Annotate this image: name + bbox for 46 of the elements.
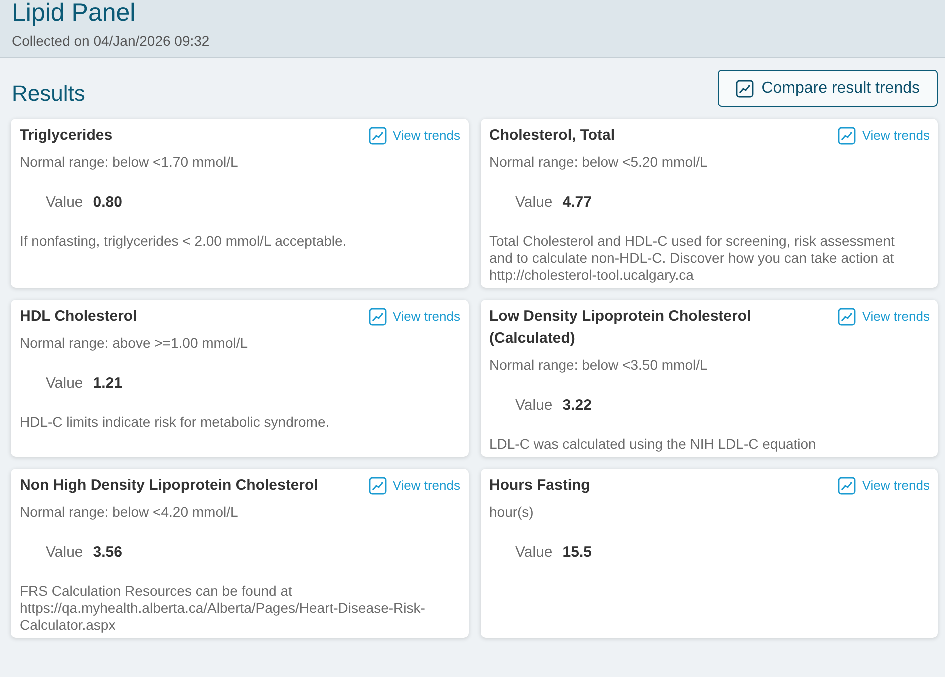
- result-note: LDL-C was calculated using the NIH LDL-C equation: [490, 436, 818, 453]
- result-range: Normal range: below <1.70 mmol/L: [20, 153, 240, 172]
- value-label: Value: [46, 193, 84, 213]
- result-value: 3.22: [562, 396, 592, 416]
- trend-chart-icon: [838, 477, 856, 495]
- trend-chart-icon: [838, 308, 856, 326]
- value-label: Value: [46, 374, 84, 394]
- result-value: 15.5: [562, 543, 592, 563]
- result-value: 0.80: [93, 193, 122, 213]
- result-value: 4.77: [562, 193, 592, 213]
- trend-chart-icon: [368, 127, 387, 145]
- trend-chart-icon: [838, 127, 856, 145]
- result-name: Non High Density Lipoprotein Cholesterol: [20, 476, 318, 496]
- result-range: Normal range: above >=1.00 mmol/L: [20, 334, 250, 353]
- result-range: Normal range: below <4.20 mmol/L: [20, 503, 240, 522]
- view-trends-link[interactable]: View trends: [838, 306, 930, 328]
- result-value: 1.21: [93, 374, 122, 394]
- trend-chart-icon: [368, 477, 387, 495]
- view-trends-link[interactable]: View trends: [368, 306, 460, 328]
- result-range: Normal range: below <3.50 mmol/L: [490, 356, 709, 375]
- value-label: Value: [516, 543, 553, 563]
- view-trends-link[interactable]: View trends: [838, 475, 930, 497]
- results-heading: Results: [11, 81, 86, 107]
- value-label: Value: [46, 543, 84, 563]
- result-range: hour(s): [490, 503, 535, 522]
- result-name: Cholesterol, Total: [490, 126, 616, 146]
- page-title: Lipid Panel: [12, 0, 137, 26]
- compare-trends-button[interactable]: Compare result trends: [718, 70, 938, 107]
- result-value: 3.56: [93, 543, 122, 563]
- value-label: Value: [516, 396, 553, 416]
- trend-chart-icon: [736, 80, 754, 98]
- value-label: Value: [516, 193, 553, 213]
- result-name: HDL Cholesterol: [20, 307, 138, 327]
- result-range: Normal range: below <5.20 mmol/L: [490, 153, 709, 172]
- view-trends-link[interactable]: View trends: [838, 125, 930, 147]
- view-trends-link[interactable]: View trends: [368, 125, 460, 147]
- view-trends-link[interactable]: View trends: [368, 475, 460, 497]
- result-note: HDL-C limits indicate risk for metabolic syndrome.: [20, 414, 331, 431]
- trend-chart-icon: [368, 308, 387, 326]
- result-name: Hours Fasting: [490, 476, 590, 496]
- result-name: Low Density Lipoprotein Cholesterol (Calculated): [490, 307, 752, 349]
- result-note: Total Cholesterol and HDL-C used for screening, risk assessment and to calculate non-HDL-C. Discover how you can take action at http://cholesterol-tool.ucalgary.ca: [490, 233, 896, 284]
- collected-date: Collected on 04/Jan/2026 09:32: [12, 32, 211, 50]
- result-name: Triglycerides: [20, 126, 113, 146]
- result-note: FRS Calculation Resources can be found at https://qa.myhealth.alberta.ca/Alberta/Pages/Heart-Disease-Risk-Calculator.aspx: [20, 583, 426, 634]
- result-note: If nonfasting, triglycerides < 2.00 mmol/L acceptable.: [20, 233, 348, 250]
